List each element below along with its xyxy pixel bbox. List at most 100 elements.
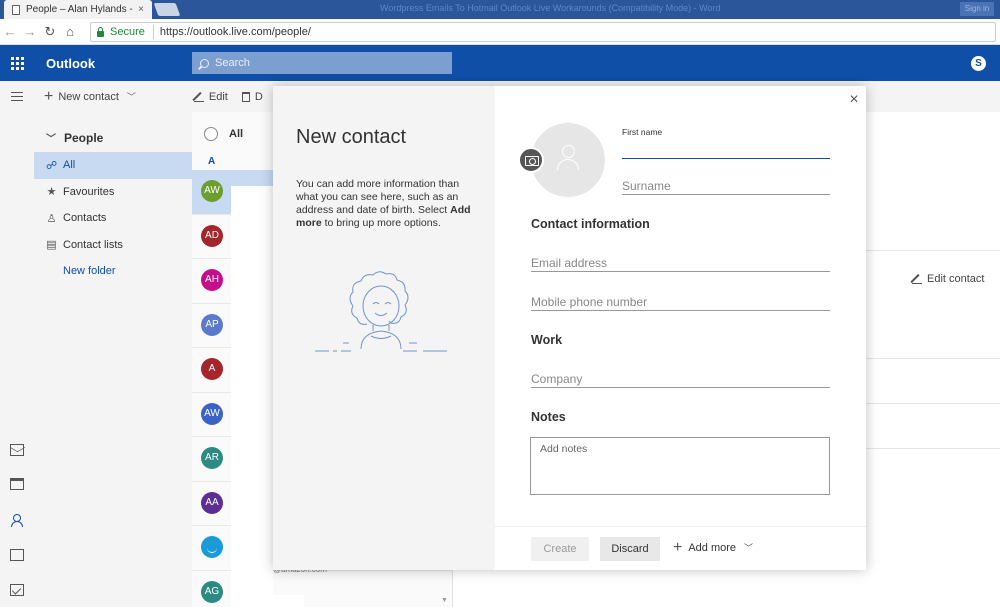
dialog-description: You can add more information than what y… bbox=[296, 178, 471, 229]
surname-field[interactable] bbox=[622, 177, 830, 195]
list-icon: ▤ bbox=[46, 239, 57, 252]
dialog-footer: Create Discard + Add more ﹀ bbox=[495, 526, 866, 570]
discard-button[interactable]: Discard bbox=[600, 537, 660, 561]
forward-icon[interactable]: → bbox=[20, 24, 40, 39]
folder-label: Favourites bbox=[63, 185, 115, 198]
pencil-icon bbox=[912, 274, 922, 284]
tab-title: People – Alan Hylands - O bbox=[26, 4, 135, 15]
divider bbox=[866, 448, 1000, 449]
avatar: AW bbox=[201, 402, 223, 425]
reload-icon[interactable]: ↻ bbox=[40, 24, 60, 40]
avatar: A bbox=[201, 358, 223, 380]
first-name-field[interactable] bbox=[622, 141, 830, 159]
people-icon[interactable] bbox=[10, 514, 24, 527]
add-more-label: Add more bbox=[688, 541, 737, 554]
blank-overlay bbox=[231, 595, 304, 607]
url-divider bbox=[152, 24, 154, 39]
divider bbox=[866, 358, 1000, 359]
people-header-label: People bbox=[64, 130, 104, 145]
chevron-down-icon: ﹀ bbox=[46, 134, 56, 145]
avatar: AP bbox=[201, 313, 223, 336]
folder-item-all[interactable]: ☍ All bbox=[34, 152, 192, 179]
new-tab-button[interactable] bbox=[153, 3, 181, 16]
home-icon[interactable]: ⌂ bbox=[60, 24, 80, 39]
background-window-title: Wordpress Emails To Hotmail Outlook Live… bbox=[380, 3, 721, 13]
star-icon: ★ bbox=[46, 186, 57, 199]
outlook-header: Outlook Search S bbox=[0, 45, 1000, 81]
plus-icon: + bbox=[673, 538, 683, 556]
create-button[interactable]: Create bbox=[531, 537, 589, 561]
photos-icon[interactable] bbox=[10, 549, 24, 561]
avatar: AH bbox=[201, 269, 223, 291]
mobile-phone-field[interactable] bbox=[531, 293, 830, 311]
person-illustration-icon bbox=[315, 271, 447, 352]
divider bbox=[866, 250, 1000, 251]
secure-label: Secure bbox=[110, 25, 145, 38]
folder-item-contact-lists[interactable]: ▤ Contact lists bbox=[34, 232, 192, 259]
folder-label: Contact lists bbox=[63, 238, 123, 251]
calendar-icon[interactable] bbox=[10, 478, 24, 490]
waffle-icon bbox=[10, 56, 24, 70]
new-contact-dialog: New contact You can add more information… bbox=[273, 86, 866, 570]
scroll-down-icon[interactable]: ▼ bbox=[441, 597, 448, 604]
back-icon[interactable]: ← bbox=[0, 24, 20, 39]
avatar: AA bbox=[201, 491, 223, 514]
signin-button[interactable]: Sign in bbox=[960, 2, 994, 16]
first-name-label: First name bbox=[622, 127, 663, 137]
notes-field[interactable] bbox=[530, 437, 830, 495]
person-icon bbox=[557, 145, 579, 173]
url-field[interactable]: Secure https://outlook.live.com/people/ bbox=[90, 21, 996, 42]
edit-contact-label: Edit contact bbox=[927, 273, 985, 285]
folder-label: Contacts bbox=[63, 212, 107, 225]
chevron-down-icon: ﹀ bbox=[744, 543, 754, 553]
notes-header: Notes bbox=[531, 410, 566, 424]
dialog-info-panel: New contact You can add more information… bbox=[273, 86, 495, 570]
search-input[interactable]: Search bbox=[192, 52, 452, 74]
contact-info-header: Contact information bbox=[531, 217, 650, 231]
chevron-down-icon[interactable]: ﹀ bbox=[127, 90, 136, 103]
select-all-radio[interactable] bbox=[204, 127, 218, 141]
url-text: https://outlook.live.com/people/ bbox=[159, 25, 311, 38]
hamburger-menu-icon[interactable] bbox=[0, 92, 34, 101]
people-section-header[interactable]: ﹀ People bbox=[34, 112, 192, 146]
add-more-button[interactable]: + Add more ﹀ bbox=[673, 538, 754, 556]
avatar: AD bbox=[201, 224, 223, 247]
delete-label: D bbox=[254, 90, 263, 103]
close-icon[interactable]: × bbox=[847, 92, 861, 108]
mail-icon[interactable] bbox=[10, 444, 24, 456]
company-field[interactable] bbox=[531, 370, 830, 388]
new-contact-button[interactable]: + New contact ﹀ bbox=[44, 88, 136, 106]
skype-icon[interactable]: S bbox=[971, 56, 986, 71]
delete-button[interactable]: D bbox=[241, 90, 263, 103]
person-icon: ♙ bbox=[46, 212, 57, 225]
divider bbox=[866, 403, 1000, 404]
camera-icon[interactable] bbox=[518, 147, 544, 173]
pencil-icon bbox=[193, 92, 204, 102]
trash-icon bbox=[241, 91, 250, 102]
plus-icon: + bbox=[44, 87, 54, 105]
avatar: AR bbox=[201, 447, 223, 469]
address-bar: ← → ↻ ⌂ Secure https://outlook.live.com/… bbox=[0, 19, 1000, 45]
folder-item-contacts[interactable]: ♙ Contacts bbox=[34, 205, 192, 232]
page-icon bbox=[12, 4, 20, 15]
email-field[interactable] bbox=[531, 254, 830, 272]
tab-close-icon[interactable]: × bbox=[138, 4, 144, 15]
folder-pane: ﹀ People ☍ All ★ Favourites ♙ Contacts ▤… bbox=[34, 112, 192, 607]
edit-button[interactable]: Edit bbox=[193, 90, 228, 103]
search-placeholder: Search bbox=[215, 57, 250, 69]
lock-icon bbox=[97, 26, 104, 37]
blank-overlay bbox=[231, 186, 273, 607]
folder-item-favourites[interactable]: ★ Favourites bbox=[34, 179, 192, 206]
avatar: AW bbox=[201, 180, 223, 202]
edit-label: Edit bbox=[208, 90, 228, 103]
avatar: AG bbox=[201, 580, 223, 603]
module-rail bbox=[0, 112, 34, 607]
app-launcher-button[interactable] bbox=[0, 45, 34, 81]
tasks-icon[interactable] bbox=[10, 584, 24, 596]
new-folder-link[interactable]: New folder bbox=[34, 258, 192, 285]
folder-label: All bbox=[63, 159, 76, 172]
browser-tab[interactable]: People – Alan Hylands - O × bbox=[4, 0, 152, 19]
edit-contact-button[interactable]: Edit contact bbox=[912, 273, 984, 285]
brand-title[interactable]: Outlook bbox=[46, 56, 192, 71]
work-header: Work bbox=[531, 333, 563, 347]
